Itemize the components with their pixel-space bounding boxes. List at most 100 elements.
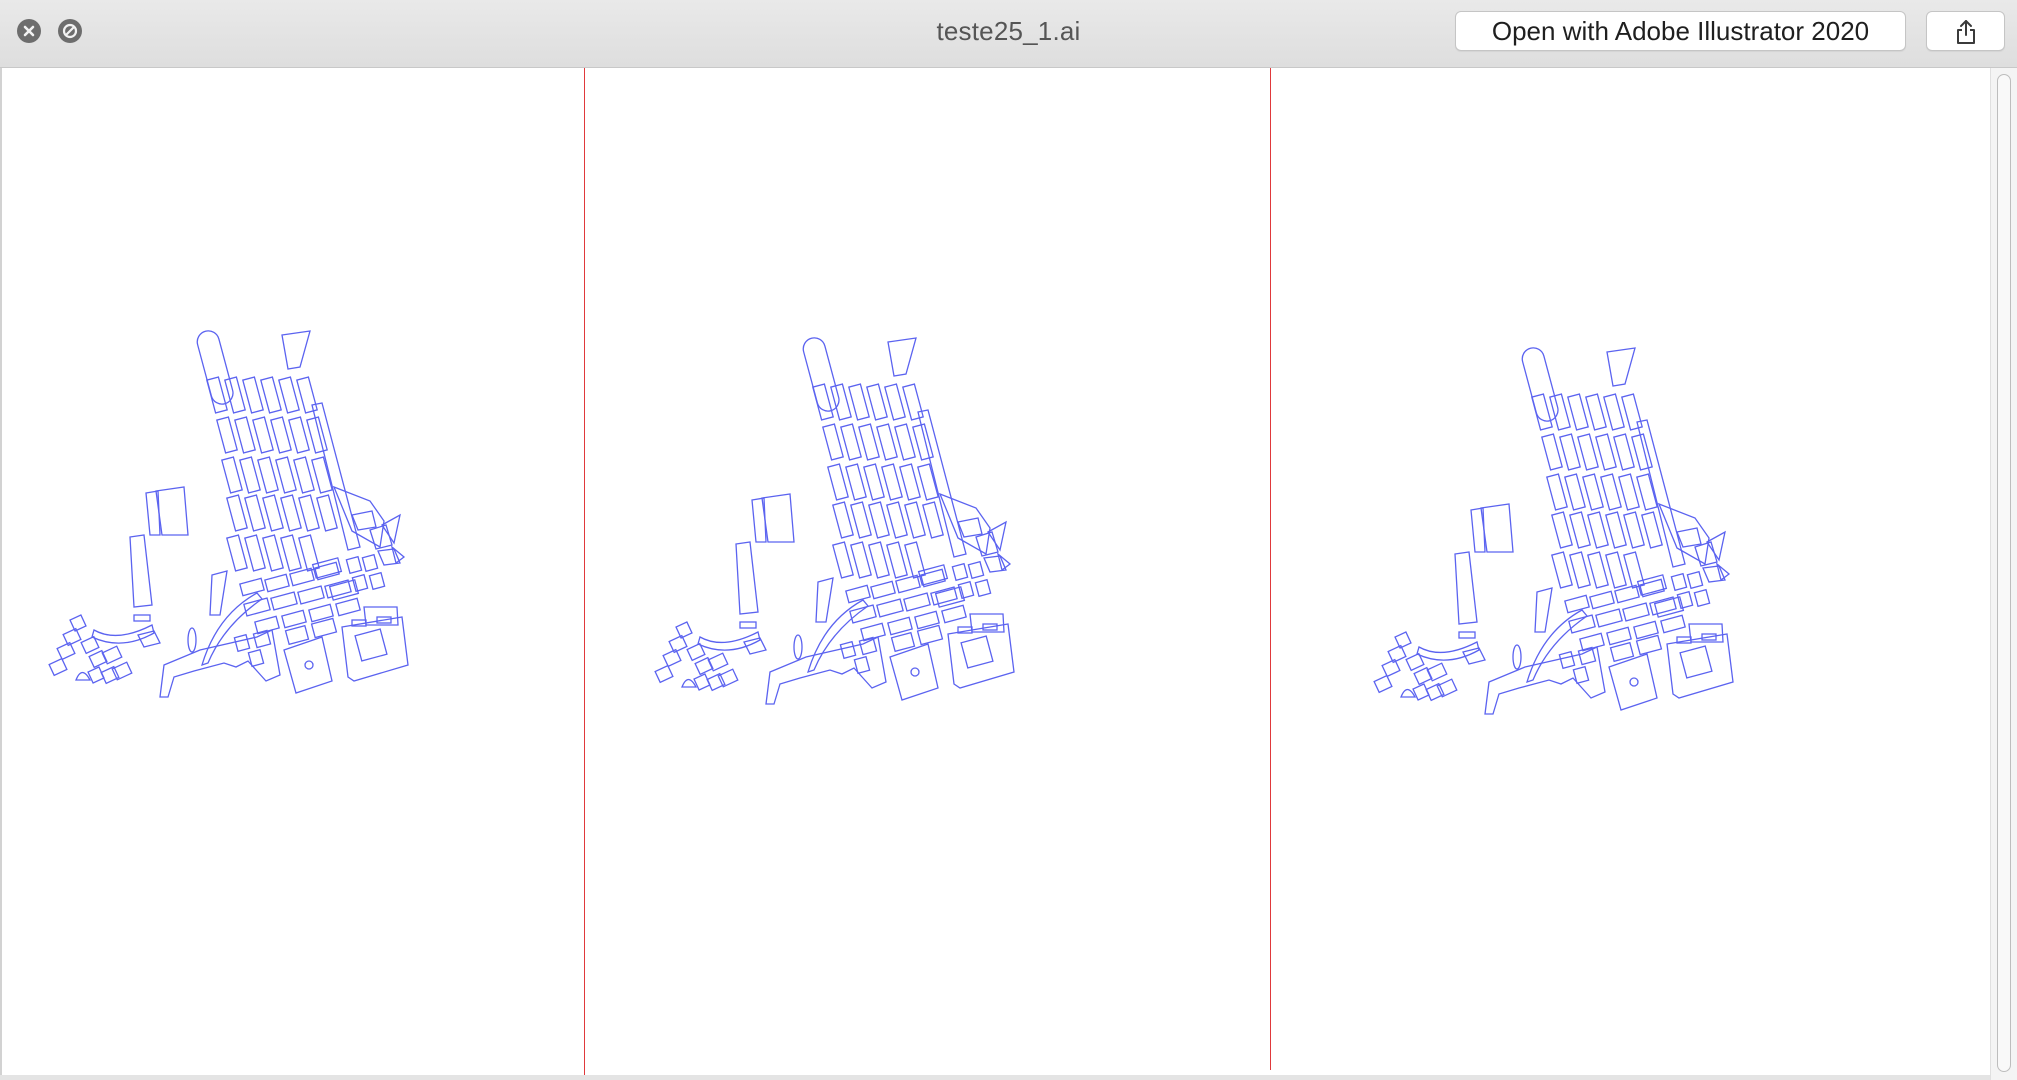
map-block-outline xyxy=(239,456,261,494)
map-block-outline xyxy=(812,383,834,421)
map-block-outline xyxy=(1603,393,1625,431)
map-block-outline xyxy=(681,678,698,688)
map-block-outline xyxy=(832,541,854,579)
map-block-outline xyxy=(1480,503,1514,553)
map-block-outline xyxy=(281,330,311,370)
close-button[interactable] xyxy=(17,19,41,43)
map-block-outline xyxy=(316,494,338,532)
vertical-scrollbar[interactable] xyxy=(1990,68,2017,1080)
map-block-outline xyxy=(974,578,992,598)
map-block-outline xyxy=(922,501,944,539)
map-block-outline xyxy=(1559,433,1581,471)
map-block-outline xyxy=(252,416,274,454)
map-block-outline xyxy=(1631,433,1653,471)
map-block-outline xyxy=(845,463,867,501)
map-block-outline xyxy=(332,485,385,549)
map-block-outline xyxy=(264,573,290,593)
map-block-outline xyxy=(951,562,969,582)
map-block-outline xyxy=(234,416,256,454)
map-block-outline xyxy=(1373,674,1393,694)
map-block-outline xyxy=(216,416,238,454)
map-block-outline xyxy=(850,541,872,579)
map-block-outline xyxy=(206,376,228,414)
map-block-outline xyxy=(1551,511,1573,549)
map-block-outline xyxy=(262,494,284,532)
map-block-outline xyxy=(895,574,921,594)
map-block-outline xyxy=(1676,527,1702,548)
map-block-outline xyxy=(849,604,877,624)
map-block-outline xyxy=(751,497,767,543)
map-block-outline xyxy=(1629,677,1639,687)
map-block-outline xyxy=(904,541,926,579)
map-block-outline xyxy=(706,672,726,692)
map-block-outline xyxy=(761,493,795,543)
map-block-outline xyxy=(839,640,857,660)
scrollbar-thumb[interactable] xyxy=(1997,74,2011,1072)
map-block-outline xyxy=(957,580,975,600)
map-block-outline xyxy=(133,614,151,622)
map-block-outline xyxy=(244,494,266,532)
map-block-outline xyxy=(675,621,693,639)
map-block-outline xyxy=(827,463,849,501)
map-block-outline xyxy=(822,423,844,461)
map-block-outline xyxy=(296,376,318,414)
map-block-outline xyxy=(1546,473,1568,511)
map-block-outline xyxy=(1585,393,1607,431)
map-block-outline xyxy=(1706,530,1726,562)
map-block-outline xyxy=(876,423,898,461)
map-block-outline xyxy=(1609,641,1635,663)
map-drawing-artboard-2 xyxy=(654,332,1178,852)
map-block-outline xyxy=(910,667,920,677)
map-block-outline xyxy=(1416,641,1480,661)
map-block-outline xyxy=(967,560,985,580)
map-block-outline xyxy=(876,598,904,618)
map-block-outline xyxy=(209,570,228,616)
map-block-outline xyxy=(848,383,870,421)
map-block-outline xyxy=(1569,511,1591,549)
map-block-outline xyxy=(247,648,265,668)
map-block-outline xyxy=(1458,631,1476,639)
map-block-outline xyxy=(262,534,284,572)
title-bar: teste25_1.ai Open with Adobe Illustrator… xyxy=(0,0,2017,68)
map-block-outline xyxy=(221,456,243,494)
map-block-outline xyxy=(1623,551,1645,589)
map-block-outline xyxy=(938,492,991,556)
map-block-outline xyxy=(887,616,913,636)
map-block-outline xyxy=(1589,590,1615,610)
map-block-outline xyxy=(1413,666,1433,686)
map-block-outline xyxy=(957,517,983,538)
map-block-outline xyxy=(1613,433,1635,471)
map-block-outline xyxy=(368,571,386,591)
map-block-outline xyxy=(243,597,271,617)
map-block-outline xyxy=(226,534,248,572)
map-block-outline xyxy=(890,631,916,653)
map-block-outline xyxy=(1568,614,1596,634)
map-block-outline xyxy=(1400,688,1417,698)
map-block-outline xyxy=(298,494,320,532)
map-block-outline xyxy=(281,609,307,629)
fullscreen-button[interactable] xyxy=(58,19,82,43)
map-block-outline xyxy=(1534,587,1553,633)
map-block-outline xyxy=(1622,602,1650,622)
map-block-outline xyxy=(1686,570,1704,590)
map-block-outline xyxy=(694,656,714,676)
map-block-outline xyxy=(850,501,872,539)
map-block-outline xyxy=(345,555,363,575)
map-block-outline xyxy=(155,486,189,536)
map-block-outline xyxy=(145,490,161,536)
map-block-outline xyxy=(881,463,903,501)
map-block-outline xyxy=(129,534,153,608)
map-block-outline xyxy=(100,665,120,685)
map-block-outline xyxy=(1425,682,1445,702)
map-block-outline xyxy=(293,456,315,494)
window-bottom-edge xyxy=(0,1075,1990,1080)
map-block-outline xyxy=(278,376,300,414)
open-with-button[interactable]: Open with Adobe Illustrator 2020 xyxy=(1455,11,1906,51)
map-block-outline xyxy=(324,579,352,599)
map-block-outline xyxy=(902,383,924,421)
map-block-outline xyxy=(987,520,1007,552)
map-block-outline xyxy=(75,671,92,681)
share-button[interactable] xyxy=(1926,11,2005,51)
map-block-outline xyxy=(832,501,854,539)
map-block-outline xyxy=(280,494,302,532)
